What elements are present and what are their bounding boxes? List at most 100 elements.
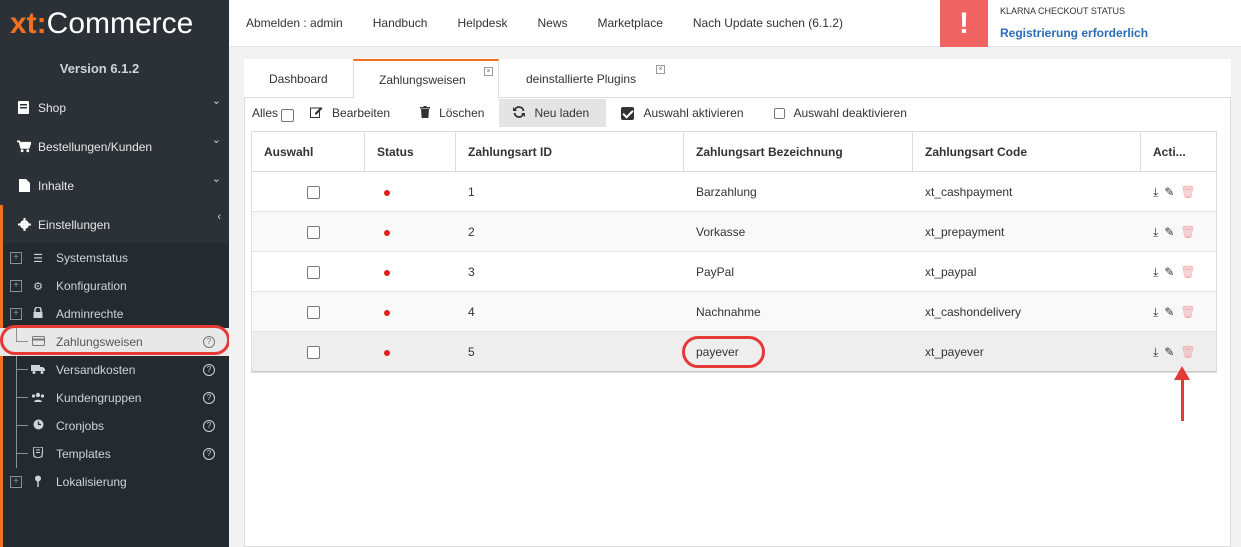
edit-label: Bearbeiten xyxy=(332,106,391,120)
status-dot-icon xyxy=(384,230,390,236)
edit-icon xyxy=(310,106,323,121)
name-cell: Nachnahme xyxy=(696,305,761,319)
deactivate-selection-button[interactable]: Auswahl deaktivieren xyxy=(773,99,907,127)
row-checkbox[interactable] xyxy=(307,265,320,279)
column-header-auswahl[interactable]: Auswahl xyxy=(252,132,365,172)
edit-button[interactable]: Bearbeiten xyxy=(310,99,390,127)
tab-deinstallierte-plugins[interactable]: deinstallierte Plugins × xyxy=(526,59,671,98)
handbuch-link[interactable]: Handbuch xyxy=(373,16,443,30)
edit-icon[interactable]: ✎ xyxy=(1164,225,1174,239)
row-checkbox[interactable] xyxy=(307,305,320,319)
chevron-down-icon[interactable]: ⌄ xyxy=(212,172,221,185)
news-link[interactable]: News xyxy=(537,16,582,30)
row-checkbox[interactable] xyxy=(307,345,320,359)
refresh-icon xyxy=(513,105,526,121)
delete-button[interactable]: Löschen xyxy=(420,99,484,127)
expand-icon[interactable]: + xyxy=(10,280,22,292)
chevron-left-icon[interactable]: ‹ xyxy=(217,211,221,223)
select-all-checkbox[interactable] xyxy=(281,108,295,122)
name-cell: Barzahlung xyxy=(696,185,757,199)
users-icon xyxy=(31,392,45,405)
row-checkbox[interactable] xyxy=(307,185,320,199)
nav-orders-customers[interactable]: Bestellungen/Kunden ⌄ xyxy=(0,127,229,166)
sub-item-label: Adminrechte xyxy=(56,307,124,321)
column-header-actions[interactable]: Acti... xyxy=(1141,132,1216,172)
expand-icon[interactable]: + xyxy=(10,308,22,320)
edit-icon[interactable]: ✎ xyxy=(1164,265,1174,279)
helpdesk-link[interactable]: Helpdesk xyxy=(457,16,522,30)
trash-icon[interactable]: 🗑 xyxy=(1180,265,1195,279)
sub-item-label: Kundengruppen xyxy=(56,391,142,405)
column-header-status[interactable]: Status xyxy=(365,132,456,172)
install-icon[interactable]: ⤓ xyxy=(1153,185,1158,200)
file-icon xyxy=(17,179,31,193)
trash-icon[interactable]: 🗑 xyxy=(1180,345,1195,359)
edit-icon[interactable]: ✎ xyxy=(1164,305,1174,319)
help-icon[interactable]: ? xyxy=(203,420,215,432)
actions-cell: ⤓ ✎ 🗑 xyxy=(1141,252,1216,292)
registration-required-link[interactable]: Registrierung erforderlich xyxy=(1000,26,1148,40)
tab-dashboard[interactable]: Dashboard xyxy=(269,59,328,98)
sub-item-lokalisierung[interactable]: + Lokalisierung xyxy=(0,468,229,496)
clock-icon xyxy=(31,419,45,433)
tab-label: Zahlungsweisen xyxy=(379,73,466,87)
chevron-down-icon[interactable]: ⌄ xyxy=(212,94,221,107)
sub-item-versandkosten[interactable]: Versandkosten ? xyxy=(0,356,229,384)
nav-content[interactable]: Inhalte ⌄ xyxy=(0,166,229,205)
edit-icon[interactable]: ✎ xyxy=(1164,185,1174,199)
nav-settings[interactable]: Einstellungen ‹ xyxy=(0,205,229,244)
book-icon xyxy=(17,101,31,115)
select-all[interactable]: Alles xyxy=(252,99,295,127)
table-row[interactable]: 5 payever xt_payever ⤓ ✎ 🗑 xyxy=(252,332,1216,372)
edit-icon[interactable]: ✎ xyxy=(1164,345,1174,359)
trash-icon xyxy=(420,105,431,121)
marketplace-link[interactable]: Marketplace xyxy=(598,16,678,30)
name-cell: PayPal xyxy=(696,265,735,279)
card-icon xyxy=(31,335,45,349)
settings-submenu: + ☰ Systemstatus + ⚙ Konfiguration + Adm… xyxy=(0,243,229,547)
sub-item-cronjobs[interactable]: Cronjobs ? xyxy=(0,412,229,440)
install-icon[interactable]: ⤓ xyxy=(1153,305,1158,320)
reload-button[interactable]: Neu laden xyxy=(499,99,607,127)
install-icon[interactable]: ⤓ xyxy=(1153,265,1158,280)
table-row[interactable]: 1 Barzahlung xt_cashpayment ⤓ ✎ 🗑 xyxy=(252,172,1216,212)
help-icon[interactable]: ? xyxy=(203,392,215,404)
tab-label: Dashboard xyxy=(269,71,328,86)
chevron-down-icon[interactable]: ⌄ xyxy=(212,133,221,146)
help-icon[interactable]: ? xyxy=(203,336,215,348)
tree-line xyxy=(16,341,28,342)
sub-item-kundengruppen[interactable]: Kundengruppen ? xyxy=(0,384,229,412)
trash-icon[interactable]: 🗑 xyxy=(1180,305,1195,319)
expand-icon[interactable]: + xyxy=(10,476,22,488)
checked-checkbox-icon xyxy=(621,106,635,120)
sub-item-templates[interactable]: Templates ? xyxy=(0,440,229,468)
trash-icon[interactable]: 🗑 xyxy=(1180,185,1195,199)
table-row[interactable]: 3 PayPal xt_paypal ⤓ ✎ 🗑 xyxy=(252,252,1216,292)
sub-item-systemstatus[interactable]: + ☰ Systemstatus xyxy=(0,244,229,272)
column-header-bezeichnung[interactable]: Zahlungsart Bezeichnung xyxy=(684,132,913,172)
column-header-code[interactable]: Zahlungsart Code xyxy=(913,132,1141,172)
nav-shop[interactable]: Shop ⌄ xyxy=(0,88,229,127)
install-icon[interactable]: ⤓ xyxy=(1153,345,1158,360)
sub-item-konfiguration[interactable]: + ⚙ Konfiguration xyxy=(0,272,229,300)
check-update-link[interactable]: Nach Update suchen (6.1.2) xyxy=(693,16,858,30)
sub-item-zahlungsweisen[interactable]: Zahlungsweisen ? xyxy=(0,328,229,356)
row-checkbox[interactable] xyxy=(307,225,320,239)
lock-icon xyxy=(31,306,45,321)
activate-selection-button[interactable]: Auswahl aktivieren xyxy=(621,99,744,127)
close-icon[interactable]: × xyxy=(656,65,665,74)
expand-icon[interactable]: + xyxy=(10,252,22,264)
tree-line xyxy=(16,425,28,426)
logout-link[interactable]: Abmelden : admin xyxy=(229,16,358,30)
table-row[interactable]: 4 Nachnahme xt_cashondelivery ⤓ ✎ 🗑 xyxy=(252,292,1216,332)
close-icon[interactable]: × xyxy=(484,67,493,76)
gear-icon: ⚙ xyxy=(33,280,43,293)
help-icon[interactable]: ? xyxy=(203,364,215,376)
table-row[interactable]: 2 Vorkasse xt_prepayment ⤓ ✎ 🗑 xyxy=(252,212,1216,252)
tab-zahlungsweisen[interactable]: Zahlungsweisen × xyxy=(353,59,499,99)
column-header-id[interactable]: Zahlungsart ID xyxy=(456,132,684,172)
help-icon[interactable]: ? xyxy=(203,448,215,460)
sub-item-adminrechte[interactable]: + Adminrechte xyxy=(0,300,229,328)
trash-icon[interactable]: 🗑 xyxy=(1180,225,1195,239)
install-icon[interactable]: ⤓ xyxy=(1153,225,1158,240)
